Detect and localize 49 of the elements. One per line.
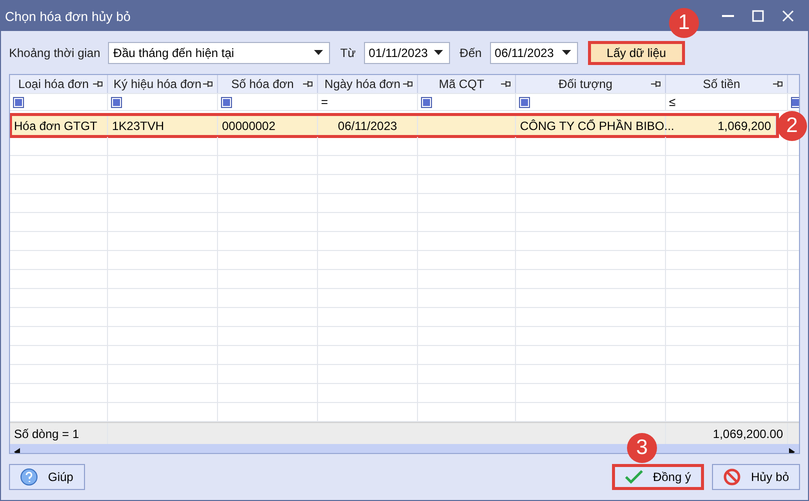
pin-icon[interactable] xyxy=(651,80,661,88)
from-label: Từ xyxy=(340,46,356,60)
to-date-field[interactable]: 06/11/2023 xyxy=(490,42,578,64)
pin-icon[interactable] xyxy=(303,80,313,88)
caret-icon[interactable] xyxy=(314,50,324,55)
pin-icon[interactable] xyxy=(403,80,413,88)
to-label: Đến xyxy=(460,46,482,60)
filter-icon[interactable] xyxy=(111,96,122,108)
pin-icon[interactable] xyxy=(203,80,213,88)
column-header[interactable]: Ngày hóa đơn xyxy=(318,75,418,93)
fetch-data-button[interactable]: Lấy dữ liệu xyxy=(588,40,686,64)
column-header[interactable]: Đối tượng xyxy=(516,75,666,93)
window-title: Chọn hóa đơn hủy bỏ xyxy=(5,8,131,24)
filter-icon[interactable] xyxy=(13,96,24,108)
check-icon xyxy=(624,470,643,484)
caret-icon[interactable] xyxy=(434,50,443,55)
cancel-button[interactable]: Hủy bỏ xyxy=(712,464,800,490)
filter-operator[interactable]: = xyxy=(321,95,328,109)
filter-icon[interactable] xyxy=(791,96,799,108)
ok-button[interactable]: Đồng ý xyxy=(612,464,704,490)
table-cell: 00000002 xyxy=(222,118,276,132)
filter-operator[interactable]: ≤ xyxy=(669,95,676,109)
column-header[interactable]: Số hóa đơn xyxy=(218,75,318,93)
column-header xyxy=(788,75,799,93)
column-header[interactable]: Số tiền xyxy=(666,75,788,93)
column-header[interactable]: Loại hóa đơn xyxy=(10,75,108,93)
from-date-field[interactable]: 01/11/2023 xyxy=(364,42,450,64)
table-row[interactable]: Hóa đơn GTGT 1K23TVH 00000002 06/11/2023 CÔNG TY CỔ PHẦN BIBO... 1,069,200 xyxy=(10,114,778,137)
table-cell: Hóa đơn GTGT xyxy=(14,118,98,132)
pin-icon[interactable] xyxy=(773,80,783,88)
filter-icon[interactable] xyxy=(221,96,232,108)
help-button[interactable]: Giúp xyxy=(9,464,85,490)
total-amount: 1,069,200.00 xyxy=(712,426,783,440)
table-cell: CÔNG TY CỔ PHẦN BIBO... xyxy=(520,118,674,132)
table-cell: 1,069,200 xyxy=(718,118,771,132)
table-cell: 1K23TVH xyxy=(112,118,164,132)
no-entry-icon xyxy=(722,468,741,486)
help-icon xyxy=(20,468,38,486)
pin-icon[interactable] xyxy=(501,80,511,88)
filter-icon[interactable] xyxy=(421,96,432,108)
column-header[interactable]: Mã CQT xyxy=(418,75,516,93)
row-count: Số dòng = 1 xyxy=(14,426,80,440)
column-header[interactable]: Ký hiệu hóa đơn xyxy=(108,75,218,93)
period-label: Khoảng thời gian xyxy=(9,46,100,60)
filter-icon[interactable] xyxy=(519,96,530,108)
pin-icon[interactable] xyxy=(93,80,103,88)
period-dropdown[interactable]: Đầu tháng đến hiện tại xyxy=(108,42,330,64)
table-cell: 06/11/2023 xyxy=(338,118,398,132)
caret-icon[interactable] xyxy=(562,50,571,55)
